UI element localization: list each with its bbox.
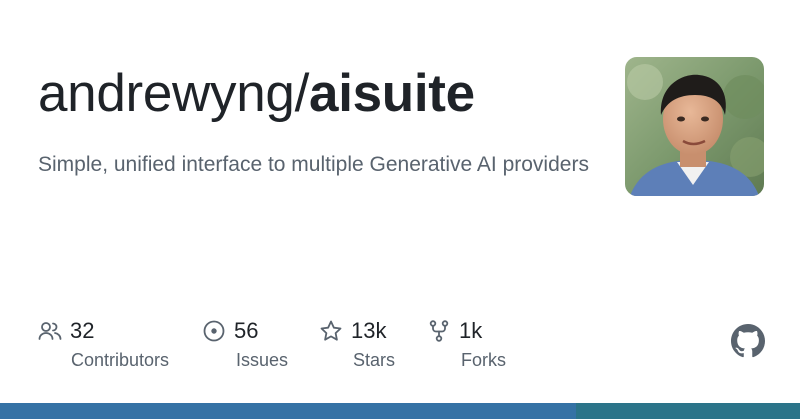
language-bar-segment <box>576 403 800 419</box>
stat-label: Forks <box>461 350 506 370</box>
github-mark-icon[interactable] <box>731 324 765 358</box>
stat-contributors[interactable]: 32 Contributors <box>38 316 169 370</box>
star-icon <box>319 319 343 343</box>
stat-label: Stars <box>353 350 396 370</box>
stat-label: Contributors <box>71 350 170 370</box>
issue-icon <box>202 319 226 343</box>
fork-icon <box>427 319 451 343</box>
stat-value: 13k <box>351 318 387 343</box>
stat-value: 1k <box>459 318 483 343</box>
stat-value: 56 <box>234 318 259 343</box>
owner-avatar[interactable] <box>625 57 764 196</box>
stat-stars[interactable]: 13k Stars <box>319 316 395 370</box>
stat-forks[interactable]: 1k Forks <box>427 316 506 370</box>
repo-owner[interactable]: andrewyng/ <box>38 64 309 123</box>
repo-title[interactable]: andrewyng/aisuite <box>38 62 475 126</box>
people-icon <box>38 319 62 343</box>
repo-description: Simple, unified interface to multiple Ge… <box>38 153 589 176</box>
stat-issues[interactable]: 56 Issues <box>202 316 288 370</box>
language-bar-segment <box>0 403 576 419</box>
repo-name[interactable]: aisuite <box>309 64 475 123</box>
stat-label: Issues <box>236 350 289 370</box>
stat-value: 32 <box>70 318 95 343</box>
